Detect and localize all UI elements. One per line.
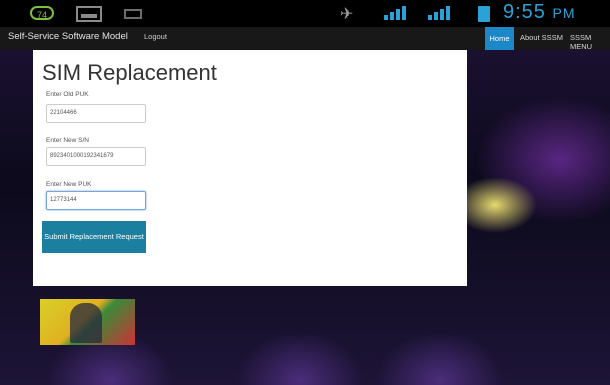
image-notification-icon (76, 6, 102, 22)
clock: 9:55 PM (503, 1, 576, 24)
new-puk-input[interactable]: 12773144 (46, 191, 146, 210)
sim-replacement-form: SIM Replacement Enter Old PUK 22104466 E… (33, 50, 467, 286)
usb-icon: 74 (30, 6, 54, 20)
brand-title[interactable]: Self-Service Software Model (8, 31, 128, 42)
clock-ampm: PM (552, 5, 576, 21)
old-puk-input[interactable]: 22104466 (46, 104, 146, 123)
new-puk-label: Enter New PUK (46, 181, 92, 188)
keyboard-icon (124, 9, 142, 19)
page-title: SIM Replacement (42, 60, 217, 85)
status-bar: 74 ✈ 9:55 PM (0, 0, 610, 27)
top-navbar: Self-Service Software Model Logout Home … (0, 27, 610, 51)
new-sn-label: Enter New S/N (46, 137, 89, 144)
profile-photo (40, 299, 135, 345)
new-sn-input[interactable]: 8923401000192341679 (46, 147, 146, 166)
submit-replacement-button[interactable]: Submit Replacement Request (42, 221, 146, 253)
screen-rotation-icon: ✈ (340, 6, 354, 23)
nav-sssm-menu[interactable]: SSSM MENU (570, 33, 610, 51)
nav-home[interactable]: Home (485, 27, 514, 50)
old-puk-label: Enter Old PUK (46, 91, 89, 98)
clock-time: 9:55 (503, 1, 546, 23)
logout-link[interactable]: Logout (144, 32, 167, 41)
battery-icon (478, 6, 490, 22)
nav-about-sssm[interactable]: About SSSM (520, 33, 563, 42)
